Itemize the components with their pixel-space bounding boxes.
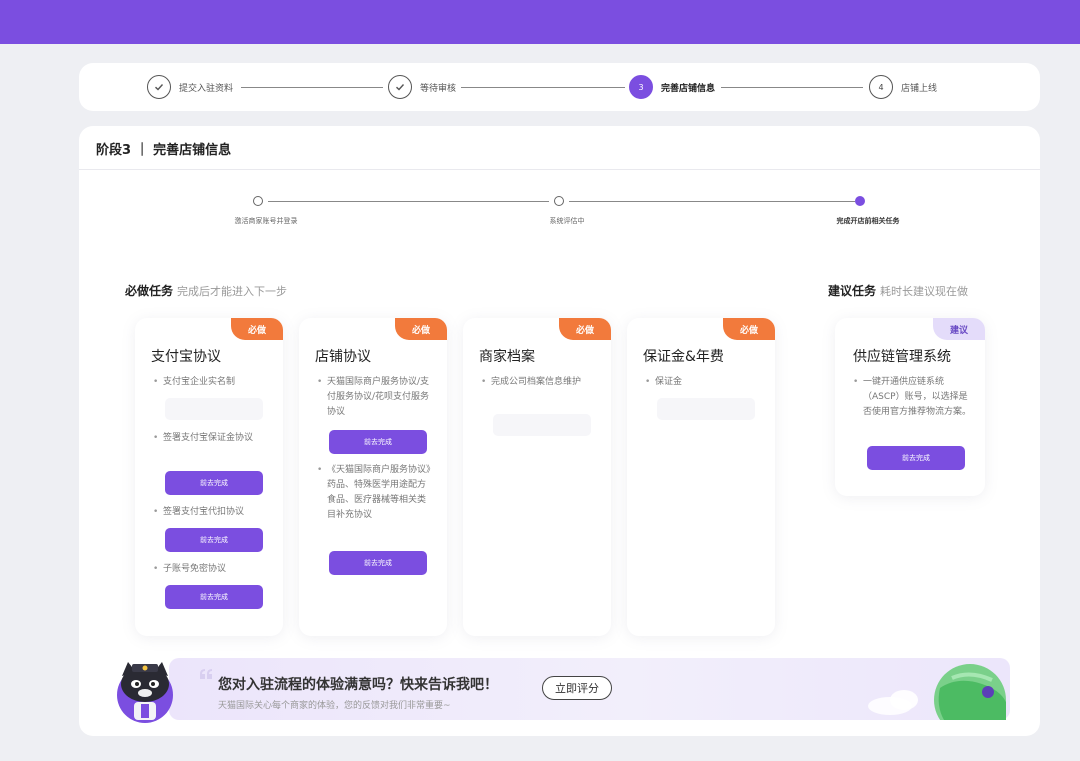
- card-title: 供应链管理系统: [853, 349, 951, 365]
- step-connector: [721, 87, 863, 88]
- feedback-banner: 您对入驻流程的体验满意吗？快来告诉我吧！ 天猫国际关心每个商家的体验，您的反馈对…: [169, 658, 1010, 720]
- task-item: 一键开通供应链系统（ASCP）账号，以选择是否使用官方推荐物流方案。: [851, 375, 971, 420]
- task-item: 《天猫国际商户服务协议》药品、特殊医学用途配方食品、医疗器械等相关类目补充协议: [315, 463, 433, 523]
- task-item: 签署支付宝代扣协议: [151, 505, 269, 520]
- task-card-merchant-profile: 必做 商家档案 完成公司档案信息维护: [463, 318, 611, 636]
- banner-subtitle: 天猫国际关心每个商家的体验，您的反馈对我们非常重要~: [218, 701, 451, 711]
- task-item: 签署支付宝保证金协议: [151, 431, 269, 446]
- step-label: 店铺上线: [901, 83, 938, 94]
- step-label: 提交入驻资料: [179, 83, 234, 94]
- go-complete-button[interactable]: 前去完成: [165, 528, 263, 552]
- globe-illustration: [868, 664, 1006, 720]
- step-number-badge: 3: [629, 75, 653, 99]
- card-title: 支付宝协议: [151, 349, 221, 365]
- progress-stepper: 提交入驻资料 等待审核 3 完善店铺信息 4 店铺上线: [79, 63, 1040, 111]
- section-subtitle: 耗时长建议现在做: [880, 285, 969, 298]
- step-number-badge: 4: [869, 75, 893, 99]
- task-card-store-agreement: 必做 店铺协议 天猫国际商户服务协议/支付服务协议/花呗支付服务协议 前去完成 …: [299, 318, 447, 636]
- go-complete-button[interactable]: 前去完成: [165, 585, 263, 609]
- sub-step-connector: [268, 201, 549, 202]
- sub-step-label: 完成开店前相关任务: [836, 217, 900, 225]
- step-store-online: 4 店铺上线: [869, 75, 937, 99]
- sub-step-node: [554, 196, 564, 206]
- stage-title: 阶段3 ｜ 完善店铺信息: [96, 143, 232, 158]
- completed-placeholder: [657, 398, 755, 420]
- task-item: 保证金: [643, 375, 761, 390]
- step-submit-materials: 提交入驻资料: [147, 75, 233, 99]
- required-badge: 必做: [723, 318, 775, 340]
- step-complete-store-info: 3 完善店铺信息: [629, 75, 715, 99]
- top-header-bar: [0, 0, 1080, 44]
- step-label: 等待审核: [420, 83, 457, 94]
- go-complete-button[interactable]: 前去完成: [867, 446, 965, 470]
- sub-step-connector: [569, 201, 855, 202]
- completed-placeholder: [493, 414, 591, 436]
- sub-step-label: 系统评估中: [549, 217, 585, 225]
- task-item: 子账号免密协议: [151, 562, 269, 577]
- suggested-badge: 建议: [933, 318, 985, 340]
- go-complete-button[interactable]: 前去完成: [329, 551, 427, 575]
- section-title: 必做任务: [125, 284, 174, 298]
- step-label: 完善店铺信息: [661, 83, 716, 94]
- task-item: 支付宝企业实名制: [151, 375, 269, 390]
- required-badge: 必做: [559, 318, 611, 340]
- rate-now-button[interactable]: 立即评分: [542, 676, 612, 700]
- section-title: 建议任务: [828, 284, 877, 298]
- go-complete-button[interactable]: 前去完成: [165, 471, 263, 495]
- completed-placeholder: [165, 398, 263, 420]
- required-badge: 必做: [231, 318, 283, 340]
- sub-step-node: [253, 196, 263, 206]
- section-subtitle: 完成后才能进入下一步: [177, 285, 288, 298]
- suggested-tasks-heading: 建议任务 耗时长建议现在做: [828, 282, 968, 299]
- task-item: 完成公司档案信息维护: [479, 375, 597, 390]
- step-await-review: 等待审核: [388, 75, 456, 99]
- card-title: 商家档案: [479, 349, 535, 365]
- check-icon: [388, 75, 412, 99]
- task-card-supply-chain: 建议 供应链管理系统 一键开通供应链系统（ASCP）账号，以选择是否使用官方推荐…: [835, 318, 985, 496]
- sub-step-node-active: [855, 196, 865, 206]
- card-title: 保证金&年费: [643, 349, 724, 365]
- required-tasks-heading: 必做任务 完成后才能进入下一步: [125, 282, 287, 299]
- sub-step-label: 激活商家账号并登录: [234, 217, 298, 225]
- step-connector: [461, 87, 625, 88]
- task-card-alipay: 必做 支付宝协议 支付宝企业实名制 签署支付宝保证金协议 前去完成 签署支付宝代…: [135, 318, 283, 636]
- check-icon: [147, 75, 171, 99]
- task-item: 天猫国际商户服务协议/支付服务协议/花呗支付服务协议: [315, 375, 433, 420]
- go-complete-button[interactable]: 前去完成: [329, 430, 427, 454]
- step-connector: [241, 87, 383, 88]
- quote-icon: [200, 669, 212, 679]
- banner-title: 您对入驻流程的体验满意吗？快来告诉我吧！: [218, 677, 498, 693]
- cat-mascot-icon: [117, 662, 173, 723]
- divider: [79, 169, 1040, 170]
- required-badge: 必做: [395, 318, 447, 340]
- task-card-deposit-fee: 必做 保证金&年费 保证金: [627, 318, 775, 636]
- card-title: 店铺协议: [315, 349, 371, 365]
- stage-content-card: 阶段3 ｜ 完善店铺信息 激活商家账号并登录 系统评估中 完成开店前相关任务 必…: [79, 126, 1040, 736]
